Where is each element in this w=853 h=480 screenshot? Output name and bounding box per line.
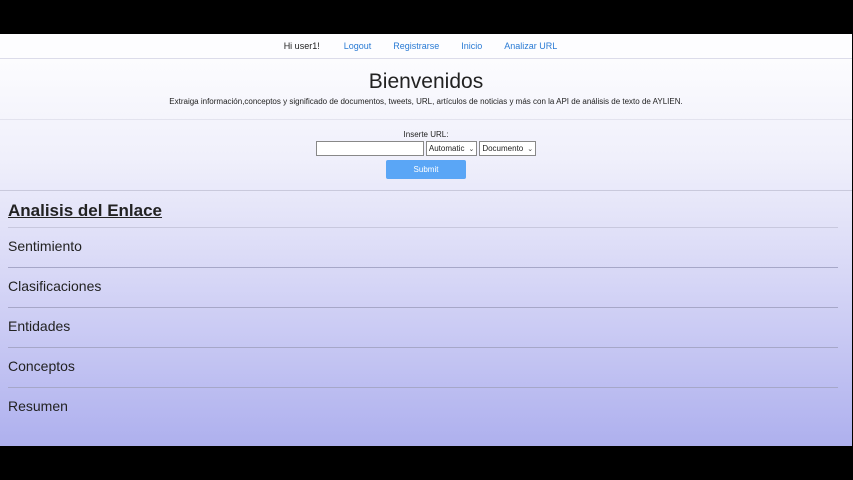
type-select[interactable]: Documento ⌄ (479, 141, 537, 156)
section-sentiment[interactable]: Sentimiento (8, 228, 838, 268)
page: Hi user1! Logout Registrarse Inicio Anal… (0, 34, 852, 446)
submit-button[interactable]: Submit (386, 160, 466, 179)
page-subtitle: Extraiga información,conceptos y signifi… (169, 97, 683, 106)
analysis-heading: Analisis del Enlace (8, 201, 838, 228)
hero: Bienvenidos Extraiga información,concept… (0, 59, 852, 120)
section-concepts[interactable]: Conceptos (8, 348, 838, 388)
language-select-value: Automatic (428, 144, 465, 153)
analyze-url-link[interactable]: Analizar URL (504, 41, 557, 51)
page-title: Bienvenidos (368, 70, 484, 93)
top-nav: Hi user1! Logout Registrarse Inicio Anal… (0, 34, 852, 59)
home-link[interactable]: Inicio (461, 41, 482, 51)
section-classifications[interactable]: Clasificaciones (8, 268, 838, 308)
language-select[interactable]: Automatic ⌄ (425, 141, 478, 156)
type-select-value: Documento (482, 144, 524, 153)
url-label: Inserte URL: (403, 130, 449, 139)
logout-link[interactable]: Logout (344, 41, 372, 51)
register-link[interactable]: Registrarse (393, 41, 439, 51)
greeting-text: Hi user1! (283, 41, 320, 51)
url-input[interactable] (315, 141, 424, 156)
chevron-down-icon: ⌄ (468, 145, 475, 153)
section-summary[interactable]: Resumen (8, 388, 838, 427)
form-row: Automatic ⌄ Documento ⌄ (0, 141, 852, 156)
analysis-section: Analisis del Enlace Sentimiento Clasific… (0, 201, 852, 427)
chevron-down-icon: ⌄ (527, 145, 534, 153)
section-entities[interactable]: Entidades (8, 308, 838, 348)
url-form: Inserte URL: Automatic ⌄ Documento ⌄ Sub… (0, 120, 852, 191)
